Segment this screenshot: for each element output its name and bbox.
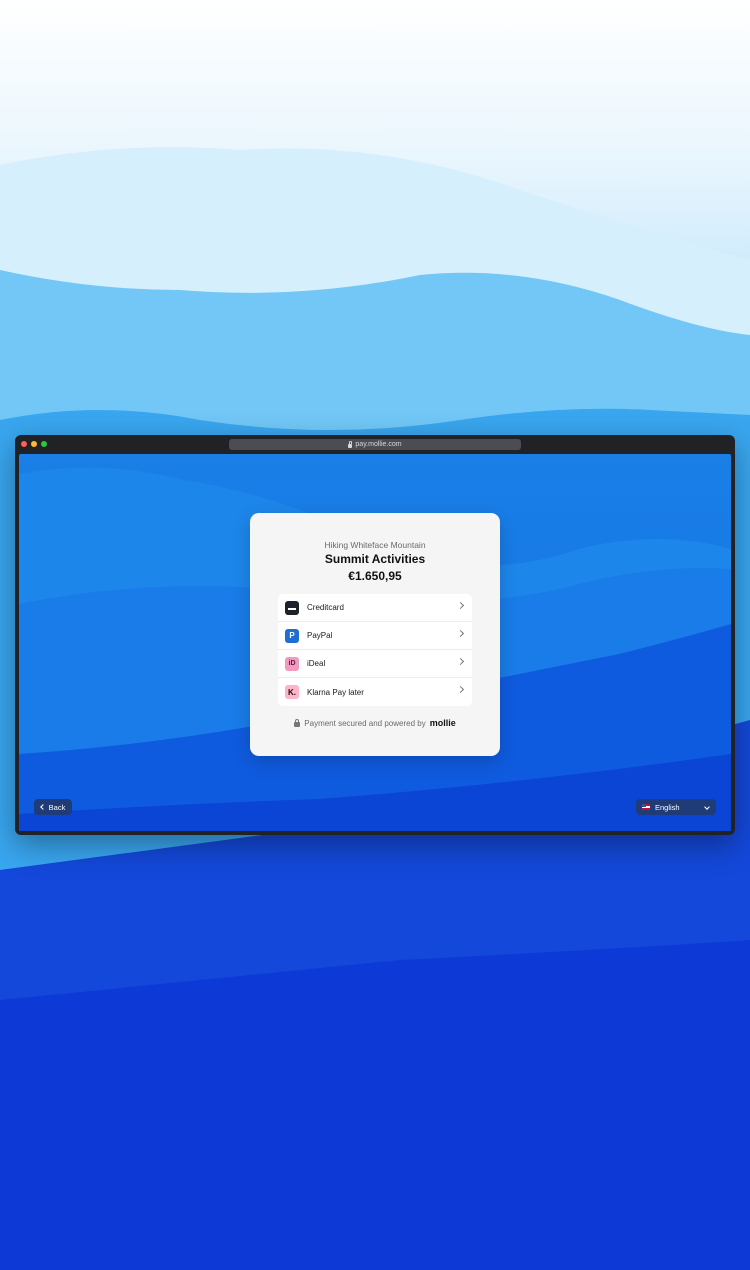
paypal-icon: P: [285, 628, 299, 643]
chevron-left-icon: [39, 804, 46, 810]
minimize-window-button[interactable]: [31, 441, 37, 447]
payment-method-paypal[interactable]: P PayPal: [278, 622, 472, 650]
chevron-right-icon: [456, 657, 465, 666]
url-text: pay.mollie.com: [355, 441, 402, 448]
payment-methods-list: Creditcard P PayPal iD iDeal K. Klarna P…: [278, 594, 472, 706]
payment-method-label: PayPal: [307, 631, 333, 640]
merchant-title: Summit Activities: [324, 552, 426, 566]
chevron-right-icon: [456, 629, 465, 638]
browser-window: pay.mollie.com Hiking Whiteface Mountain…: [15, 435, 735, 835]
payment-method-label: Creditcard: [307, 603, 344, 612]
payment-method-label: iDeal: [307, 659, 326, 668]
back-button[interactable]: Back: [34, 799, 72, 815]
chevron-right-icon: [456, 685, 465, 694]
secure-payment-note: Payment secured and powered by mollie: [250, 718, 500, 728]
mollie-logo: mollie: [429, 718, 456, 728]
lock-icon: [294, 718, 301, 727]
language-label: English: [655, 802, 680, 812]
checkout-card: Hiking Whiteface Mountain Summit Activit…: [250, 513, 500, 756]
chevron-right-icon: [456, 601, 465, 610]
language-selector[interactable]: English: [636, 799, 716, 815]
us-flag-icon: [642, 804, 650, 810]
page-viewport: Hiking Whiteface Mountain Summit Activit…: [19, 454, 731, 831]
credit-card-icon: [285, 600, 299, 615]
klarna-icon: K.: [285, 685, 299, 699]
back-label: Back: [48, 802, 66, 812]
browser-titlebar: pay.mollie.com: [15, 435, 735, 453]
order-amount: €1.650,95: [348, 569, 402, 583]
payment-method-label: Klarna Pay later: [307, 687, 364, 697]
ideal-icon: iD: [285, 656, 299, 671]
maximize-window-button[interactable]: [41, 441, 47, 447]
close-window-button[interactable]: [21, 441, 27, 447]
address-bar[interactable]: pay.mollie.com: [229, 439, 521, 450]
payment-method-ideal[interactable]: iD iDeal: [278, 650, 472, 678]
payment-method-klarna[interactable]: K. Klarna Pay later: [278, 678, 472, 706]
chevron-down-icon: [704, 804, 710, 810]
lock-icon: [348, 440, 353, 448]
order-subtitle: Hiking Whiteface Mountain: [324, 540, 426, 550]
secure-text: Payment secured and powered by: [304, 718, 426, 728]
payment-method-creditcard[interactable]: Creditcard: [278, 594, 472, 622]
